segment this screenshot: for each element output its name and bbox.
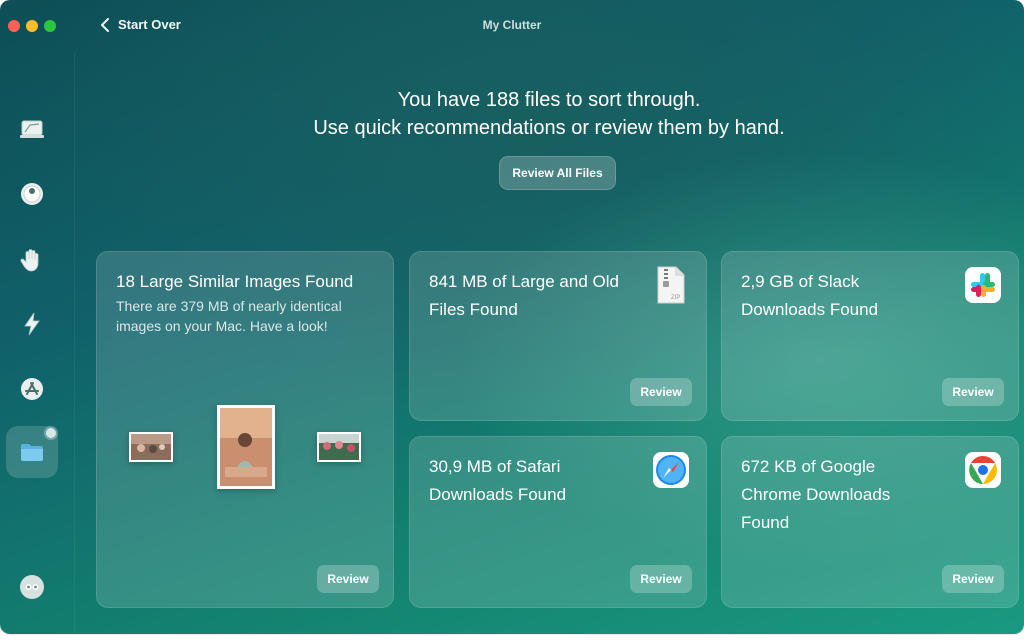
review-large-files-button[interactable]: Review [630, 378, 692, 406]
review-safari-downloads-button[interactable]: Review [630, 565, 692, 593]
summary-headline: You have 188 files to sort through. Use … [74, 86, 1024, 142]
assistant-icon [20, 575, 44, 599]
card-title-line-2: Files Found [429, 300, 518, 319]
photo-thumbnail-left [129, 432, 173, 462]
monitor-icon [20, 120, 44, 138]
slack-icon [965, 267, 1001, 303]
active-indicator-dot [46, 428, 56, 438]
summary-line-2: Use quick recommendations or review them… [313, 117, 785, 139]
card-title: 2,9 GB of Slack Downloads Found [741, 268, 878, 324]
app-store-icon [21, 378, 43, 400]
similar-images-card[interactable]: 18 Large Similar Images Found There are … [96, 251, 394, 608]
sidebar-item-assistant[interactable] [10, 565, 54, 609]
sidebar-item-performance[interactable] [10, 302, 54, 346]
card-title-line-2: Downloads Found [429, 485, 567, 504]
app-window: Start Over My Clutter You have 188 files… [0, 0, 1024, 634]
card-title: 18 Large Similar Images Found [116, 272, 354, 291]
bolt-icon [24, 312, 40, 336]
card-title: 30,9 MB of Safari Downloads Found [429, 453, 566, 509]
card-title-line-2: Chrome Downloads [741, 485, 891, 504]
card-subtitle-line-2: images on your Mac. Have a look! [116, 318, 328, 334]
folder-icon [21, 444, 43, 461]
card-title: 841 MB of Large and Old Files Found [429, 268, 619, 324]
svg-text:ZIP: ZIP [671, 295, 680, 301]
safari-icon [653, 452, 689, 488]
sidebar [0, 52, 75, 634]
safari-downloads-card[interactable]: 30,9 MB of Safari Downloads Found Review [409, 436, 707, 608]
sidebar-item-my-clutter[interactable] [6, 426, 58, 478]
card-title-line-1: 30,9 MB of Safari [429, 457, 561, 476]
review-similar-images-button[interactable]: Review [317, 565, 379, 593]
sidebar-item-applications[interactable] [10, 367, 54, 411]
zip-file-icon: ZIP [657, 266, 685, 304]
large-old-files-card[interactable]: 841 MB of Large and Old Files Found ZIP … [409, 251, 707, 421]
sidebar-item-smart-scan[interactable] [10, 108, 54, 152]
sidebar-item-cleanup[interactable] [10, 172, 54, 216]
disk-icon [21, 183, 43, 205]
summary-line-1: You have 188 files to sort through. [397, 89, 701, 111]
review-slack-downloads-button[interactable]: Review [942, 378, 1004, 406]
card-title-line-1: 841 MB of Large and Old [429, 272, 619, 291]
card-subtitle-line-1: There are 379 MB of nearly identical [116, 298, 342, 314]
slack-downloads-card[interactable]: 2,9 GB of Slack Downloads Found Review [721, 251, 1019, 421]
window-title: My Clutter [482, 18, 542, 32]
card-title-line-3: Found [741, 513, 790, 532]
photo-thumbnail-center [217, 405, 275, 489]
card-title-line-1: 672 KB of Google [741, 457, 876, 476]
title-bar: Start Over My Clutter [0, 0, 1024, 52]
review-all-files-button[interactable]: Review All Files [499, 156, 616, 190]
chrome-downloads-card[interactable]: 672 KB of Google Chrome Downloads Found … [721, 436, 1019, 608]
card-title-line-2: Downloads Found [741, 300, 879, 319]
review-chrome-downloads-button[interactable]: Review [942, 565, 1004, 593]
photo-thumbnail-right [317, 432, 361, 462]
card-title-line-1: 2,9 GB of Slack [741, 272, 860, 291]
sidebar-item-protection[interactable] [10, 238, 54, 282]
hand-icon [20, 249, 39, 272]
card-title: 672 KB of Google Chrome Downloads Found [741, 453, 890, 537]
card-subtitle: There are 379 MB of nearly identical ima… [116, 296, 342, 336]
chrome-icon [965, 452, 1001, 488]
